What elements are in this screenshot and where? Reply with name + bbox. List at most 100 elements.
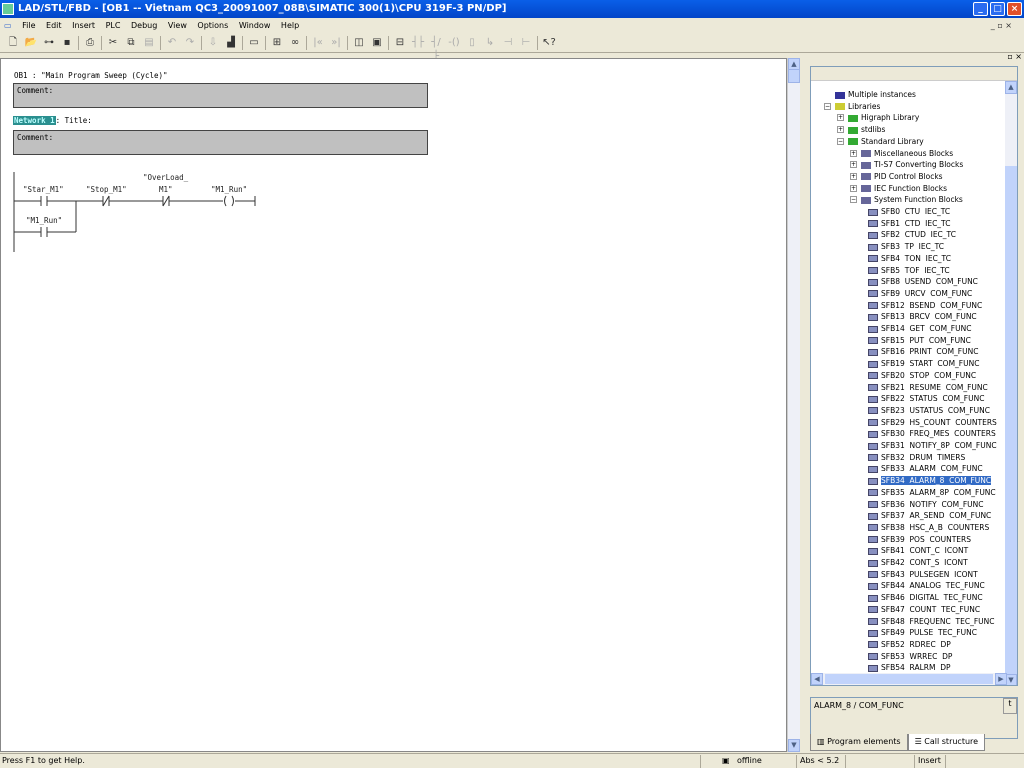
- tab-program-elements[interactable]: ▥ Program elements: [810, 734, 908, 751]
- tree-item-block[interactable]: SFB48 FREQUENC TEC_FUNC: [868, 616, 995, 627]
- coil-m1-run[interactable]: [224, 195, 234, 207]
- ladder-diagram[interactable]: "Star_M1" "Stop_M1" "OverLoad_ M1" "M1_R…: [1, 164, 301, 264]
- paste-icon[interactable]: ▤: [142, 36, 156, 50]
- tree-item-block[interactable]: SFB16 PRINT COM_FUNC: [868, 346, 978, 357]
- copy-icon[interactable]: ⧉: [124, 36, 138, 50]
- tree-item-block[interactable]: SFB43 PULSEGEN ICONT: [868, 569, 978, 580]
- tree-horizontal-scrollbar[interactable]: ◀ ▶: [811, 673, 1007, 685]
- tree-item-block[interactable]: SFB35 ALARM_8P COM_FUNC: [868, 487, 996, 498]
- tree-item-block[interactable]: SFB31 NOTIFY_8P COM_FUNC: [868, 440, 997, 451]
- tree-item-block[interactable]: SFB23 USTATUS COM_FUNC: [868, 405, 990, 416]
- tree-item[interactable]: Standard Library: [848, 136, 924, 147]
- upload-icon[interactable]: ▟: [224, 36, 238, 50]
- tab-call-structure[interactable]: ☰ Call structure: [907, 734, 986, 751]
- undo-icon[interactable]: ↶: [165, 36, 179, 50]
- tree-item-block[interactable]: SFB20 STOP COM_FUNC: [868, 370, 976, 381]
- close-button[interactable]: ×: [1007, 2, 1022, 16]
- menu-edit[interactable]: Edit: [46, 21, 62, 30]
- tree-scroll-thumb[interactable]: [1005, 166, 1017, 685]
- tree-item-block[interactable]: SFB34 ALARM_8 COM_FUNC: [868, 475, 992, 486]
- expand-icon[interactable]: +: [837, 126, 844, 134]
- expand-icon[interactable]: +: [850, 149, 857, 157]
- tree-item-block[interactable]: SFB4 TON IEC_TC: [868, 253, 951, 264]
- tree-item-block[interactable]: SFB30 FREQ_MES COUNTERS: [868, 428, 996, 439]
- tree-item-block[interactable]: SFB54 RALRM DP: [868, 662, 951, 673]
- ladder-editor[interactable]: OB1 : "Main Program Sweep (Cycle)" Comme…: [0, 58, 787, 752]
- no-contact-icon[interactable]: ┤├: [411, 36, 425, 50]
- tree-item-block[interactable]: SFB19 START COM_FUNC: [868, 358, 979, 369]
- tree-item-block[interactable]: SFB37 AR_SEND COM_FUNC: [868, 510, 991, 521]
- expand-icon[interactable]: +: [850, 161, 857, 169]
- tree-item-block[interactable]: SFB15 PUT COM_FUNC: [868, 335, 971, 346]
- print-icon[interactable]: ⎙: [83, 36, 97, 50]
- tree-item-block[interactable]: SFB41 CONT_C ICONT: [868, 545, 968, 556]
- collapse-icon[interactable]: −: [824, 102, 831, 110]
- tree-item-block[interactable]: SFB46 DIGITAL TEC_FUNC: [868, 592, 983, 603]
- info-toggle-button[interactable]: t: [1003, 698, 1017, 714]
- redo-icon[interactable]: ↷: [183, 36, 197, 50]
- collapse-icon[interactable]: −: [837, 137, 844, 145]
- expand-icon[interactable]: +: [850, 172, 857, 180]
- next-network-icon[interactable]: »|: [329, 36, 343, 50]
- mdi-controls[interactable]: _ ▫ ×: [991, 18, 1012, 33]
- menu-insert[interactable]: Insert: [72, 21, 95, 30]
- tree-item[interactable]: Multiple instances: [835, 89, 916, 100]
- scroll-thumb[interactable]: [788, 69, 800, 83]
- tree-item-block[interactable]: SFB21 RESUME COM_FUNC: [868, 382, 988, 393]
- document-icon[interactable]: ▭: [4, 21, 12, 30]
- tree-item[interactable]: Higraph Library: [848, 112, 919, 123]
- tree-item-block[interactable]: SFB52 RDREC DP: [868, 639, 951, 650]
- tree-item[interactable]: Miscellaneous Blocks: [861, 148, 953, 159]
- network-label[interactable]: Network 1: [13, 116, 56, 125]
- tree-item-block[interactable]: SFB9 URCV COM_FUNC: [868, 288, 972, 299]
- new-network-icon[interactable]: ⊟: [393, 36, 407, 50]
- connection-icon[interactable]: ⊢: [519, 36, 533, 50]
- block-comment-field[interactable]: Comment:: [13, 83, 428, 108]
- expand-icon[interactable]: +: [837, 114, 844, 122]
- tree-item[interactable]: stdlibs: [848, 124, 885, 135]
- tree-item-block[interactable]: SFB53 WRREC DP: [868, 651, 952, 662]
- tree-item-block[interactable]: SFB33 ALARM COM_FUNC: [868, 463, 983, 474]
- save-icon[interactable]: ▪: [60, 36, 74, 50]
- scroll-down-button[interactable]: ▼: [788, 739, 800, 752]
- menu-plc[interactable]: PLC: [106, 21, 121, 30]
- tree-item-block[interactable]: SFB14 GET COM_FUNC: [868, 323, 971, 334]
- tree-item-block[interactable]: SFB1 CTD IEC_TC: [868, 218, 950, 229]
- tree-item-block[interactable]: SFB0 CTU IEC_TC: [868, 206, 950, 217]
- menu-window[interactable]: Window: [239, 21, 271, 30]
- program-elements-tree[interactable]: Multiple instances Libraries − Higraph Libr…: [810, 66, 1018, 686]
- menu-file[interactable]: File: [22, 21, 35, 30]
- new-icon[interactable]: 🗋: [6, 36, 20, 50]
- expand-icon[interactable]: +: [850, 184, 857, 192]
- accessible-nodes-icon[interactable]: ⊶: [42, 36, 56, 50]
- tree-item-block[interactable]: SFB3 TP IEC_TC: [868, 241, 944, 252]
- network-title[interactable]: : Title:: [56, 116, 92, 125]
- tree-item-block[interactable]: SFB8 USEND COM_FUNC: [868, 276, 978, 287]
- online-icon[interactable]: ⊞: [270, 36, 284, 50]
- help-icon[interactable]: ↖?: [542, 36, 556, 50]
- prev-network-icon[interactable]: |«: [311, 36, 325, 50]
- coil-icon[interactable]: -(): [447, 36, 461, 50]
- menu-debug[interactable]: Debug: [131, 21, 157, 30]
- tree-scroll-left[interactable]: ◀: [811, 673, 823, 685]
- tree-scroll-right[interactable]: ▶: [995, 673, 1007, 685]
- tree-hscroll-thumb[interactable]: [825, 674, 993, 684]
- menu-view[interactable]: View: [168, 21, 187, 30]
- tree-item-block[interactable]: SFB12 BSEND COM_FUNC: [868, 300, 982, 311]
- tree-item-block[interactable]: SFB5 TOF IEC_TC: [868, 265, 950, 276]
- tree-item-block[interactable]: SFB38 HSC_A_B COUNTERS: [868, 522, 989, 533]
- tree-item-block[interactable]: SFB22 STATUS COM_FUNC: [868, 393, 984, 404]
- panel-close-button[interactable]: ▫ ×: [1007, 52, 1022, 61]
- open-branch-icon[interactable]: ↳: [483, 36, 497, 50]
- tree-item[interactable]: System Function Blocks: [861, 194, 963, 205]
- tree-item[interactable]: PID Control Blocks: [861, 171, 943, 182]
- tree-item-block[interactable]: SFB47 COUNT TEC_FUNC: [868, 604, 980, 615]
- tree-item-block[interactable]: SFB44 ANALOG TEC_FUNC: [868, 580, 985, 591]
- monitor-icon[interactable]: ∞: [288, 36, 302, 50]
- nc-contact-icon[interactable]: ┤/├: [429, 36, 443, 62]
- network-comment-field[interactable]: Comment:: [13, 130, 428, 155]
- tree-item-block[interactable]: SFB39 POS COUNTERS: [868, 534, 971, 545]
- overview-icon[interactable]: ◫: [352, 36, 366, 50]
- tree-item-block[interactable]: SFB32 DRUM TIMERS: [868, 452, 965, 463]
- tree-item-block[interactable]: SFB29 HS_COUNT COUNTERS: [868, 417, 997, 428]
